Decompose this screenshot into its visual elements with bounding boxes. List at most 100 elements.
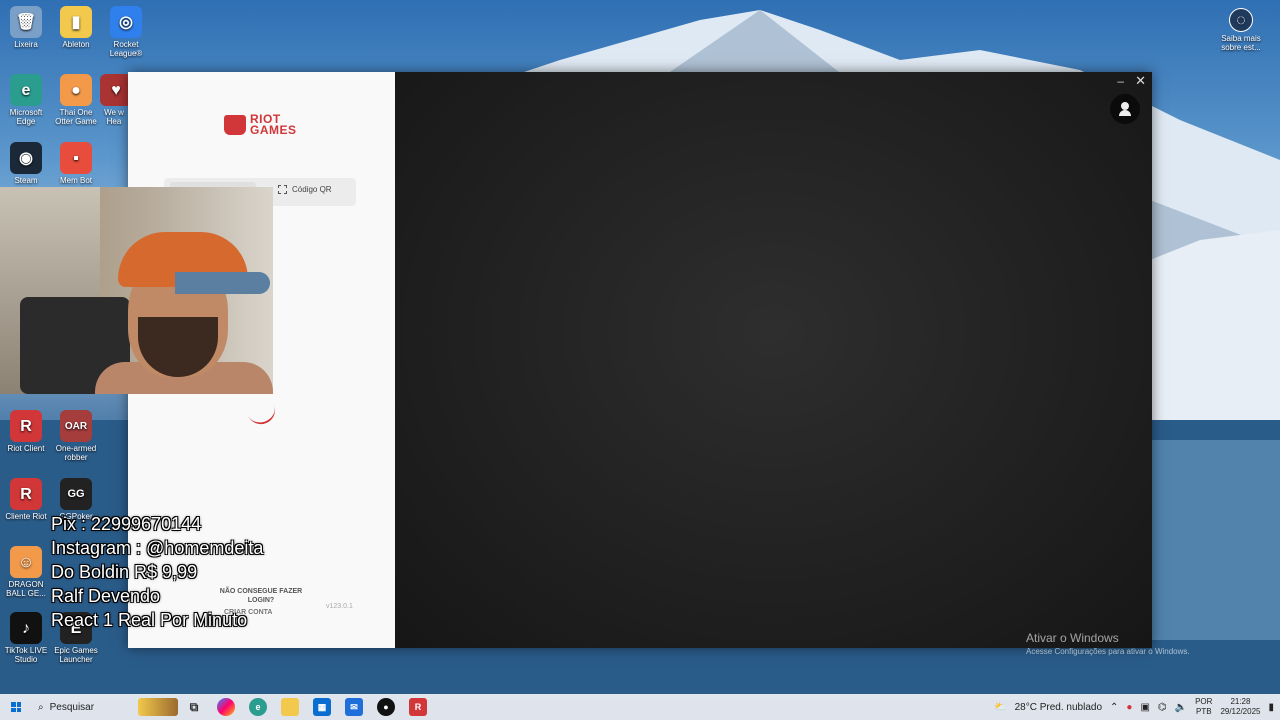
desktop-icon-otter-game[interactable]: ● Thai One Otter Game (50, 74, 102, 126)
desktop-icon-riot-client[interactable]: R Riot Client (0, 410, 52, 453)
clock[interactable]: 21:28 29/12/2025 (1220, 697, 1260, 717)
desktop-icon-spotlight[interactable]: ◌ Saiba mais sobre est... (1215, 8, 1267, 52)
riot-client-window: RIOT GAMES Código QR NÃO CONSEGUE FAZER … (128, 72, 1152, 648)
desktop-icon-label: We w Hea (104, 108, 124, 126)
desktop-icon-label: Rocket League® (109, 40, 143, 58)
desktop-icon-label: Epic Games Launcher (54, 646, 98, 664)
profile-button[interactable] (1110, 94, 1140, 124)
stream-text-overlay: Pix : 22999670144 Instagram : @homemdeit… (51, 512, 263, 632)
desktop-icon-label: Thai One Otter Game (55, 108, 97, 126)
file-explorer-icon[interactable] (281, 698, 299, 716)
network-icon[interactable]: ⌬ (1158, 702, 1167, 713)
tray-app-icon[interactable]: ▣ (1140, 702, 1149, 713)
desktop-icon-rocket-league[interactable]: ◎ Rocket League® (100, 6, 152, 58)
task-view-icon[interactable]: ⧉ (185, 698, 203, 716)
overlay-donation: Do Boldin R$ 9,99 (51, 562, 198, 582)
search-icon: ⌕ (38, 701, 44, 713)
loading-spinner (245, 397, 279, 429)
desktop-icon-label: One-armed robber (55, 444, 97, 462)
edge-taskbar-icon[interactable]: e (249, 698, 267, 716)
riot-client-icon: R (10, 410, 42, 442)
tiktok-icon: ♪ (10, 612, 42, 644)
qr-code-icon (278, 185, 287, 194)
desktop-icon-tiktok-live[interactable]: ♪ TikTok LIVE Studio (0, 612, 52, 664)
webcam-person-cap-visor (175, 272, 270, 294)
desktop-icon-label: Riot Client (7, 444, 45, 453)
watermark-title: Ativar o Windows (1026, 631, 1119, 645)
windows-logo-icon (11, 702, 21, 712)
one-armed-robber-icon: OAR (60, 410, 92, 442)
game-icon: ♥ (100, 74, 128, 106)
tab-qr-code[interactable]: Código QR (278, 185, 332, 194)
system-tray: ⛅ 28°C Pred. nublado ⌃ ● ▣ ⌬ 🔈 POR PTB 2… (994, 694, 1280, 720)
info-icon: ◌ (1229, 8, 1253, 32)
language-line-1: POR (1195, 697, 1213, 706)
start-button[interactable] (0, 694, 32, 720)
user-icon (1121, 102, 1129, 110)
folder-icon: ▮ (60, 6, 92, 38)
desktop-icon-label: Lixeira (14, 40, 38, 49)
desktop-icon-label: TikTok LIVE Studio (4, 646, 48, 664)
language-line-2: PTB (1195, 707, 1212, 716)
hero-background: – ✕ (395, 72, 1152, 648)
activate-windows-watermark: Ativar o Windows Acesse Configurações pa… (1026, 631, 1190, 656)
search-highlight-icon (138, 698, 178, 716)
search-placeholder: Pesquisar (49, 701, 95, 713)
weather-icon: ⛅ (994, 701, 1007, 713)
desktop-icon-partial[interactable]: ♥ We w Hea (100, 74, 128, 126)
weather-text[interactable]: 28°C Pred. nublado (1015, 702, 1102, 713)
mail-icon[interactable]: ✉ (345, 698, 363, 716)
desktop-icon-cliente-riot[interactable]: R Cliente Riot (0, 478, 52, 521)
desktop-icon-label: Cliente Riot (5, 512, 47, 521)
desktop-icon-dragon-ball[interactable]: ☺ DRAGON BALL GE... (0, 546, 52, 598)
overlay-instagram: Instagram : @homemdeita (51, 538, 264, 558)
overlay-status: Ralf Devendo (51, 586, 161, 606)
logo-line-2: GAMES (250, 123, 297, 137)
riot-games-logo: RIOT GAMES (224, 113, 297, 137)
steam-icon: ◉ (10, 142, 42, 174)
desktop-icon-one-armed-robber[interactable]: OAR One-armed robber (50, 410, 102, 462)
ggpoker-icon: GG (60, 478, 92, 510)
desktop-icon-lixeira[interactable]: 🗑 Lixeira (0, 6, 52, 49)
clock-time: 21:28 (1230, 697, 1251, 706)
desktop-icon-edge[interactable]: e Microsoft Edge (0, 74, 52, 126)
riot-logo-text: RIOT GAMES (250, 113, 297, 137)
desktop-icon-ableton[interactable]: ▮ Ableton (50, 6, 102, 49)
document-icon: ▪ (60, 142, 92, 174)
desktop-icon-label: Saiba mais sobre est... (1221, 34, 1261, 52)
desktop-icon-label: Ableton (62, 40, 90, 49)
taskbar-search[interactable]: ⌕ Pesquisar (32, 698, 178, 716)
riot-client-taskbar-icon[interactable]: R (409, 698, 427, 716)
webcam-overlay (0, 187, 273, 394)
desktop-icon-label: Mem Bot (59, 176, 92, 185)
copilot-icon[interactable] (217, 698, 235, 716)
notification-icon[interactable]: ▮ (1268, 702, 1274, 713)
clock-date: 29/12/2025 (1220, 707, 1261, 716)
recycle-bin-icon: 🗑 (10, 6, 42, 38)
close-button[interactable]: ✕ (1135, 73, 1146, 89)
desktop-icon-mem-bot[interactable]: ▪ Mem Bot (50, 142, 102, 185)
riot-client-icon: R (10, 478, 42, 510)
rocket-league-icon: ◎ (110, 6, 142, 38)
dragon-ball-icon: ☺ (10, 546, 42, 578)
riot-fist-icon (224, 115, 246, 135)
desktop-icon-steam[interactable]: ◉ Steam (0, 142, 52, 185)
watermark-subtitle: Acesse Configurações para ativar o Windo… (1026, 647, 1190, 656)
overlay-pix: Pix : 22999670144 (51, 514, 202, 534)
language-indicator[interactable]: POR PTB (1195, 697, 1212, 717)
version-label: v123.0.1 (326, 603, 353, 610)
edge-icon: e (10, 74, 42, 106)
store-icon[interactable]: ▦ (313, 698, 331, 716)
desktop-icon-label: DRAGON BALL GE... (6, 580, 46, 598)
overlay-react: React 1 Real Por Minuto (51, 610, 248, 630)
user-icon-body (1119, 110, 1131, 116)
tab-qr-label: Código QR (292, 185, 332, 194)
desktop-icon-label: Microsoft Edge (9, 108, 43, 126)
volume-icon[interactable]: 🔈 (1175, 702, 1187, 713)
taskbar: ⌕ Pesquisar ⧉ e ▦ ✉ ● R ⛅ 28°C Pred. nub… (0, 694, 1280, 720)
minimize-button[interactable]: – (1117, 74, 1124, 88)
desktop-icon-label: Steam (14, 176, 38, 185)
chevron-up-icon[interactable]: ⌃ (1110, 702, 1118, 713)
obs-icon[interactable]: ● (377, 698, 395, 716)
record-icon[interactable]: ● (1126, 702, 1132, 713)
